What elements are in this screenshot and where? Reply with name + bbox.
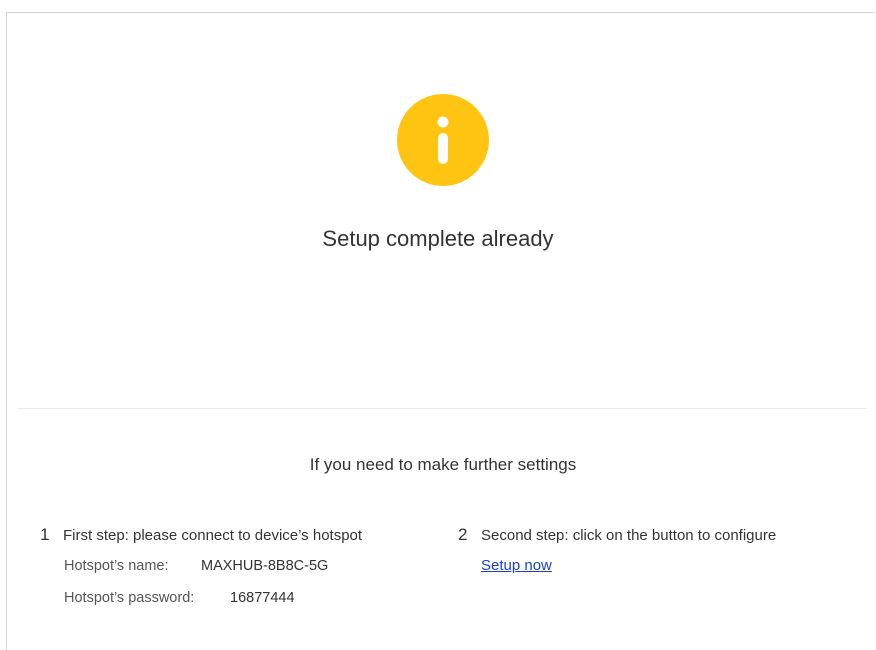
step-1-number: 1 (40, 525, 50, 544)
hotspot-name-value: MAXHUB-8B8C-5G (201, 558, 329, 574)
step-1-text: First step: please connect to device’s h… (63, 527, 363, 544)
hotspot-password-label: Hotspot’s password: (64, 590, 195, 606)
step-2-text: Second step: click on the button to conf… (481, 527, 777, 544)
setup-now-link[interactable]: Setup now (481, 557, 552, 574)
status-title: Setup complete already (322, 226, 554, 251)
hotspot-password-value: 16877444 (230, 590, 295, 606)
hotspot-name-label: Hotspot’s name: (64, 558, 169, 574)
section-divider (18, 408, 867, 409)
further-settings-heading: If you need to make further settings (309, 455, 577, 474)
step-2-number: 2 (458, 525, 468, 544)
info-icon (397, 94, 489, 186)
